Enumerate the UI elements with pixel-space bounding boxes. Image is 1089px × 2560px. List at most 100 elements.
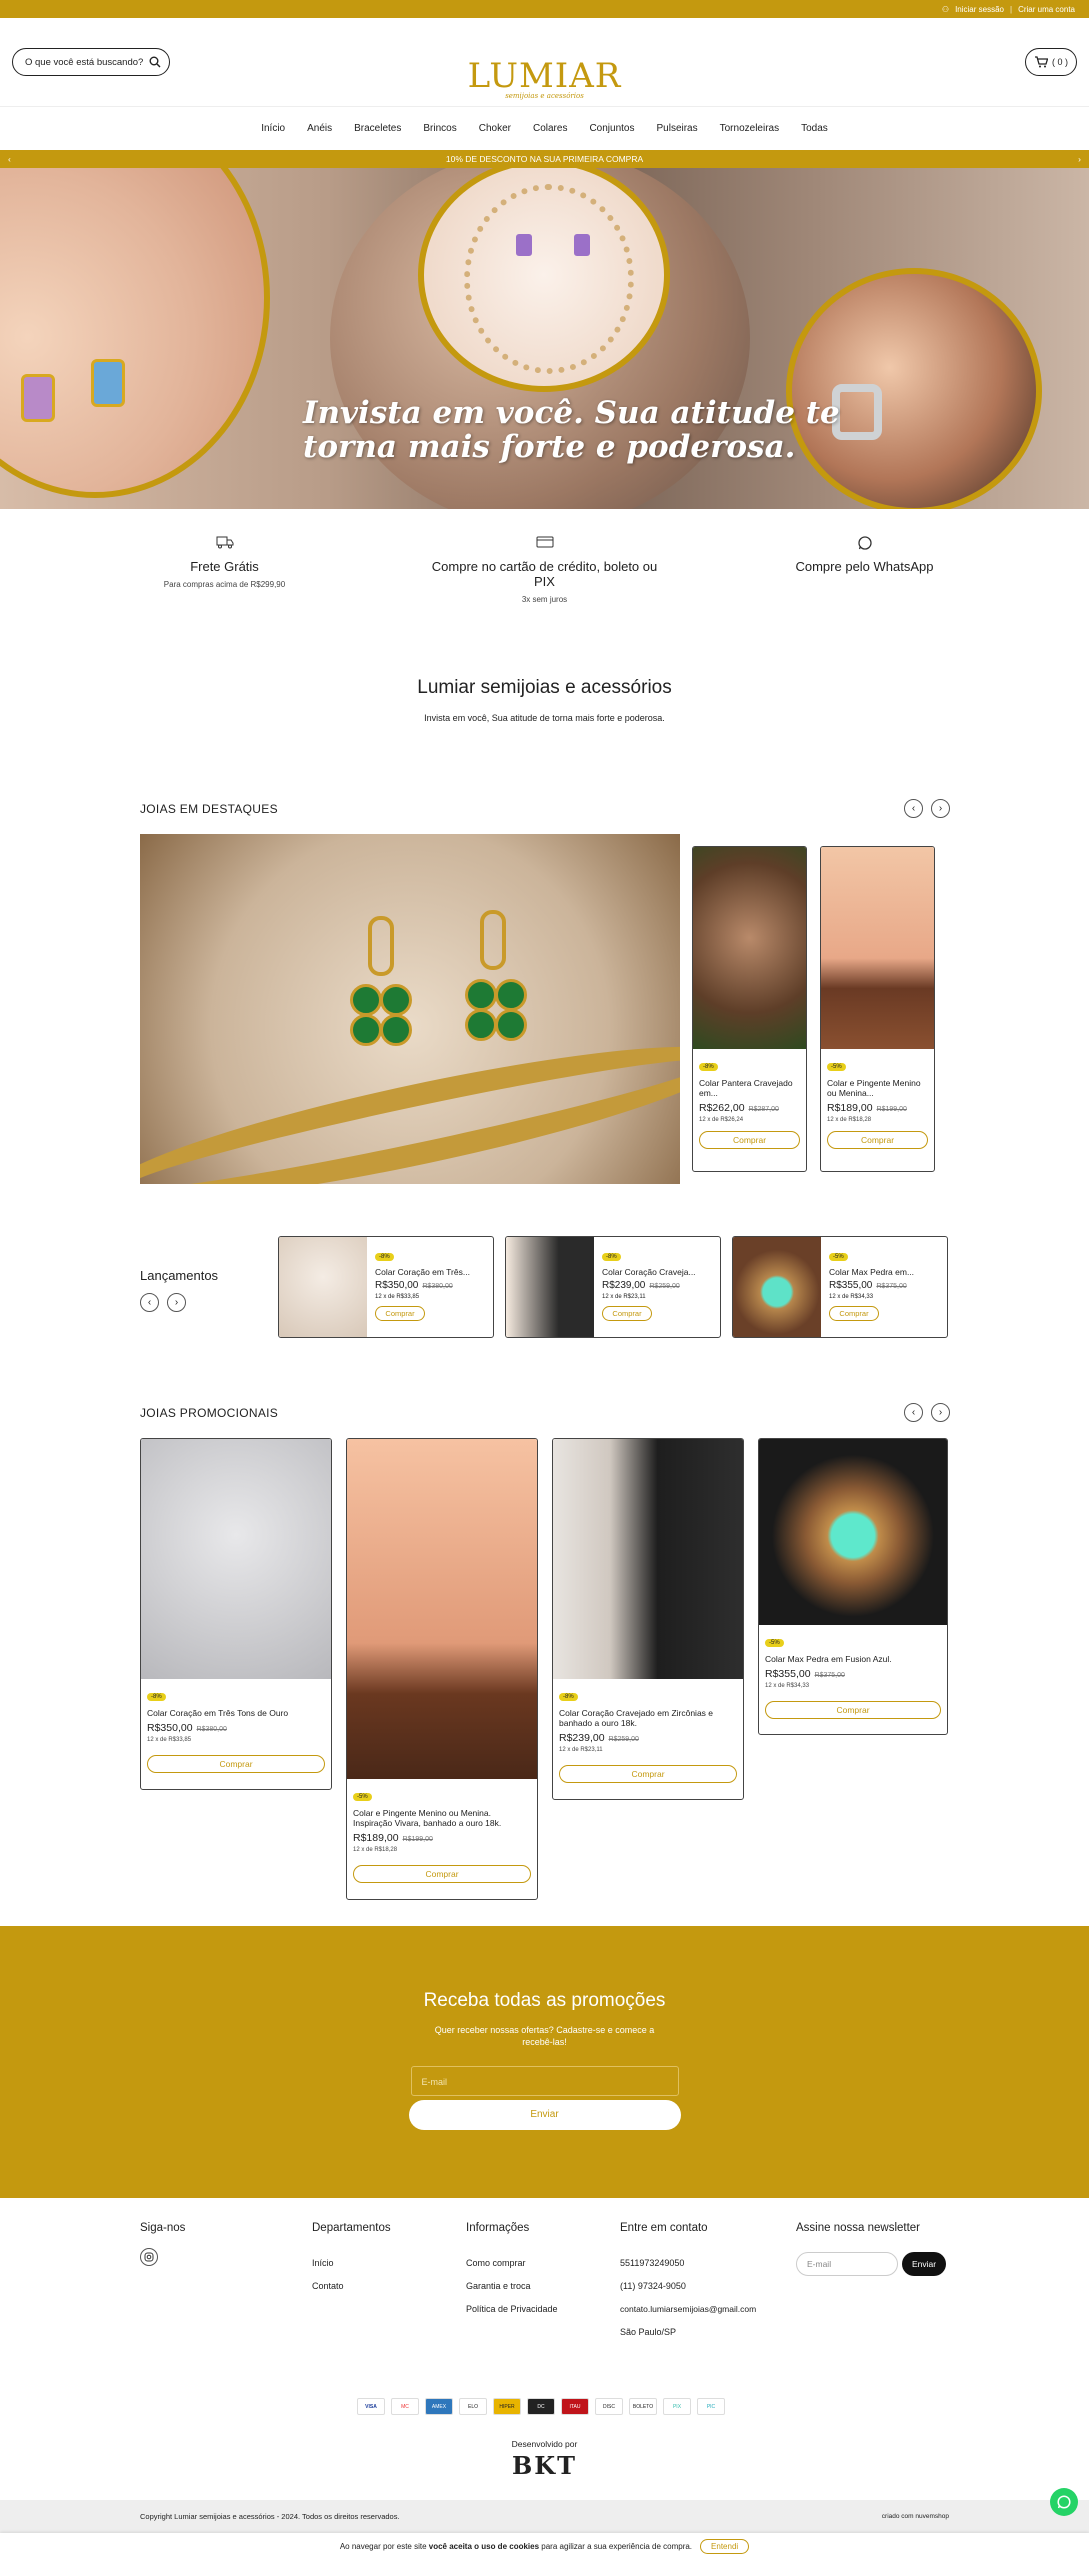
product-image[interactable] — [693, 847, 806, 1049]
product-card[interactable]: -5% Colar Max Pedra em Fusion Azul. R$35… — [758, 1438, 948, 1735]
product-name[interactable]: Colar Coração Craveja... — [602, 1267, 696, 1277]
product-price: R$189,00 — [827, 1102, 873, 1114]
nav-item-braceletes[interactable]: Braceletes — [354, 123, 401, 134]
header: O que você está buscando? LUMIAR semijoi… — [0, 18, 1089, 106]
footer-link-how-to-buy[interactable]: Como comprar — [466, 2258, 620, 2268]
buy-button[interactable]: Comprar — [765, 1701, 941, 1719]
promo-next-icon[interactable]: › — [1078, 154, 1081, 164]
product-price: R$350,00 — [375, 1280, 419, 1291]
benefit-sub: Para compras acima de R$299,90 — [163, 580, 286, 589]
footer-contact-title: Entre em contato — [620, 2222, 708, 2234]
launch-card[interactable]: -8% Colar Coração Craveja... R$239,00 R$2… — [505, 1236, 721, 1338]
product-card[interactable]: -5% Colar e Pingente Menino ou Menina...… — [820, 846, 935, 1172]
product-image[interactable] — [279, 1237, 367, 1337]
logo[interactable]: LUMIAR semijoias e acessórios — [468, 56, 622, 100]
next-arrow-icon[interactable]: › — [167, 1293, 186, 1312]
cookie-banner: Ao navegar por este site você aceita o u… — [0, 2533, 1089, 2560]
product-name[interactable]: Colar Coração em Três Tons de Ouro — [147, 1708, 325, 1718]
next-arrow-icon[interactable]: › — [931, 1403, 950, 1422]
footer-link-warranty[interactable]: Garantia e troca — [466, 2281, 620, 2291]
contact-email[interactable]: contato.lumiarsemijoias@gmail.com — [620, 2304, 796, 2314]
hero-banner[interactable]: Invista em você. Sua atitude te torna ma… — [0, 168, 1089, 509]
instagram-icon[interactable] — [140, 2248, 158, 2266]
cart-button[interactable]: ( 0 ) — [1025, 48, 1077, 76]
newsletter-email-input[interactable]: E-mail — [410, 2066, 679, 2096]
whatsapp-icon — [740, 535, 990, 555]
footer-email-input[interactable]: E-mail — [796, 2252, 898, 2276]
nav-item-inicio[interactable]: Início — [261, 123, 285, 134]
buy-button[interactable]: Comprar — [602, 1306, 652, 1321]
featured-main-image[interactable] — [140, 834, 680, 1184]
contact-phone[interactable]: (11) 97324-9050 — [620, 2281, 796, 2291]
buy-button[interactable]: Comprar — [699, 1131, 800, 1149]
featured-title: JOIAS EM DESTAQUES — [140, 801, 278, 816]
product-image[interactable] — [506, 1237, 594, 1337]
product-card[interactable]: -8% Colar Coração em Três Tons de Ouro R… — [140, 1438, 332, 1790]
footer-link-inicio[interactable]: Início — [312, 2258, 466, 2268]
buy-button[interactable]: Comprar — [353, 1865, 531, 1883]
buy-button[interactable]: Comprar — [829, 1306, 879, 1321]
product-name[interactable]: Colar e Pingente Menino ou Menina. Inspi… — [353, 1808, 531, 1828]
search-icon[interactable] — [149, 56, 161, 68]
product-name[interactable]: Colar Coração em Três... — [375, 1267, 470, 1277]
product-image[interactable] — [759, 1439, 947, 1625]
product-old-price: R$259,00 — [649, 1283, 680, 1290]
whatsapp-float-icon[interactable] — [1050, 2488, 1078, 2516]
product-name[interactable]: Colar Coração Cravejado em Zircônias e b… — [559, 1708, 737, 1728]
buy-button[interactable]: Comprar — [375, 1306, 425, 1321]
product-old-price: R$375,00 — [876, 1283, 907, 1290]
visa-icon: VISA — [357, 2398, 385, 2415]
prev-arrow-icon[interactable]: ‹ — [904, 799, 923, 818]
nav-item-aneis[interactable]: Anéis — [307, 123, 332, 134]
buy-button[interactable]: Comprar — [559, 1765, 737, 1783]
nav-item-pulseiras[interactable]: Pulseiras — [656, 123, 697, 134]
product-name[interactable]: Colar Max Pedra em... — [829, 1267, 914, 1277]
newsletter-submit-button[interactable]: Enviar — [408, 2100, 681, 2130]
product-card[interactable]: -8% Colar Pantera Cravejado em... R$262,… — [692, 846, 807, 1172]
nav-item-todas[interactable]: Todas — [801, 123, 828, 134]
product-card[interactable]: -8% Colar Coração Cravejado em Zircônias… — [552, 1438, 744, 1800]
next-arrow-icon[interactable]: › — [931, 799, 950, 818]
banner-headline-line-1: Invista em você. Sua atitude te — [303, 395, 840, 431]
boleto-icon: BOLETO — [629, 2398, 657, 2415]
promo-prev-icon[interactable]: ‹ — [8, 154, 11, 164]
prev-arrow-icon[interactable]: ‹ — [140, 1293, 159, 1312]
nav-item-tornozeleiras[interactable]: Tornozeleiras — [720, 123, 779, 134]
product-name[interactable]: Colar e Pingente Menino ou Menina... — [827, 1078, 928, 1098]
nav-item-colares[interactable]: Colares — [533, 123, 567, 134]
prev-arrow-icon[interactable]: ‹ — [904, 1403, 923, 1422]
logo-main: LUMIAR — [467, 56, 622, 96]
buy-button[interactable]: Comprar — [827, 1131, 928, 1149]
nav-item-choker[interactable]: Choker — [479, 123, 511, 134]
product-card[interactable]: -5% Colar e Pingente Menino ou Menina. I… — [346, 1438, 538, 1900]
platform-credit[interactable]: criado com nuvemshop — [882, 2513, 949, 2520]
launch-card[interactable]: -5% Colar Max Pedra em... R$355,00 R$375,… — [732, 1236, 948, 1338]
product-name[interactable]: Colar Pantera Cravejado em... — [699, 1078, 800, 1098]
search-input[interactable]: O que você está buscando? — [12, 48, 170, 76]
nav-item-conjuntos[interactable]: Conjuntos — [589, 123, 634, 134]
product-image[interactable] — [347, 1439, 537, 1779]
launch-card[interactable]: -8% Colar Coração em Três... R$350,00 R$3… — [278, 1236, 494, 1338]
banner-headline-line-2: torna mais forte e poderosa. — [303, 429, 796, 465]
product-image[interactable] — [821, 847, 934, 1049]
buy-button[interactable]: Comprar — [147, 1755, 325, 1773]
footer-link-contato[interactable]: Contato — [312, 2281, 466, 2291]
product-image[interactable] — [141, 1439, 331, 1679]
login-link[interactable]: Iniciar sessão — [955, 5, 1004, 14]
product-image[interactable] — [733, 1237, 821, 1337]
benefit-whatsapp: Compre pelo WhatsApp — [740, 535, 990, 639]
product-image[interactable] — [553, 1439, 743, 1679]
intro-section: Lumiar semijoias e acessórios Invista em… — [0, 639, 1089, 804]
footer-newsletter-button[interactable]: Enviar — [902, 2252, 946, 2276]
developer-logo[interactable]: BKT — [0, 2451, 1089, 2480]
register-link[interactable]: Criar uma conta — [1018, 5, 1075, 14]
product-installments: 12 x de R$26,24 — [699, 1117, 744, 1123]
main-nav: Início Anéis Braceletes Brincos Choker C… — [0, 106, 1089, 150]
contact-location: São Paulo/SP — [620, 2327, 677, 2337]
footer-link-privacy[interactable]: Política de Privacidade — [466, 2304, 620, 2314]
discover-icon: DISC — [595, 2398, 623, 2415]
nav-item-brincos[interactable]: Brincos — [423, 123, 456, 134]
cookie-accept-button[interactable]: Entendi — [700, 2539, 750, 2554]
product-name[interactable]: Colar Max Pedra em Fusion Azul. — [765, 1654, 941, 1664]
contact-whatsapp[interactable]: 5511973249050 — [620, 2258, 796, 2268]
